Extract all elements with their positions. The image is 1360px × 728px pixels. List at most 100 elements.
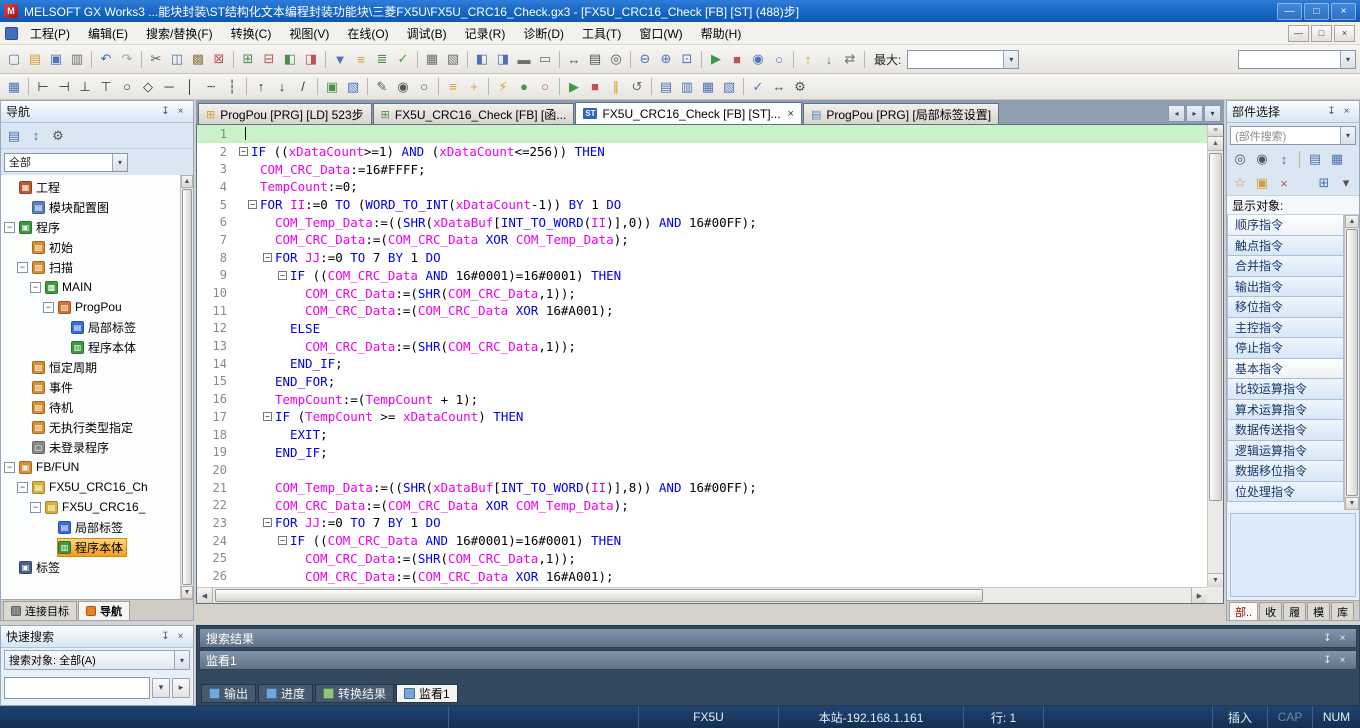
fb-paste-icon[interactable]: ▣: [322, 77, 342, 97]
stop-icon[interactable]: ■: [585, 77, 605, 97]
delete-vertical-line-icon[interactable]: ┆: [222, 77, 242, 97]
tree-item[interactable]: −▧扫描: [1, 257, 180, 277]
run-icon[interactable]: ▶: [564, 77, 584, 97]
code-line[interactable]: 6COM_Temp_Data:=((SHR(xDataBuf[INT_TO_WO…: [197, 213, 1207, 231]
menu-item[interactable]: 工具(T): [573, 21, 630, 46]
delete-horizontal-line-icon[interactable]: ┄: [201, 77, 221, 97]
fold-toggle[interactable]: −: [263, 253, 272, 262]
code-line[interactable]: 19END_IF;: [197, 443, 1207, 461]
scroll-down-arrow[interactable]: ▼: [1345, 497, 1359, 510]
scroll-up-arrow[interactable]: ▲: [181, 175, 193, 188]
cut-icon[interactable]: ✂: [146, 49, 166, 69]
horizontal-scroll-thumb[interactable]: [215, 589, 983, 602]
left-splitter[interactable]: [194, 100, 196, 621]
redo-icon[interactable]: ↷: [117, 49, 137, 69]
st-code-editor[interactable]: 12−IF ((xDataCount>=1) AND (xDataCount<=…: [196, 124, 1224, 604]
tree-item[interactable]: ▥程序本体: [1, 537, 180, 557]
restore-button[interactable]: □: [1304, 3, 1329, 20]
code-line[interactable]: 14END_IF;: [197, 355, 1207, 373]
delete-column-icon[interactable]: ◨: [301, 49, 321, 69]
online-change-icon[interactable]: +: [464, 77, 484, 97]
forced-on-icon[interactable]: ●: [514, 77, 534, 97]
pin-icon[interactable]: ↧: [1320, 631, 1335, 646]
part-find-icon[interactable]: ◎: [1230, 149, 1250, 169]
pin-icon[interactable]: ↧: [158, 629, 173, 644]
all-convert-icon[interactable]: ≡: [443, 77, 463, 97]
scroll-up-arrow[interactable]: ▲: [1208, 137, 1223, 151]
code-line[interactable]: 18EXIT;: [197, 426, 1207, 444]
close-icon[interactable]: ×: [1335, 653, 1350, 668]
code-line[interactable]: 22COM_CRC_Data:=(COM_CRC_Data XOR COM_Te…: [197, 496, 1207, 514]
watch2-window-icon[interactable]: ▥: [677, 77, 697, 97]
watch-window-icon[interactable]: ▭: [535, 49, 555, 69]
save-project-icon[interactable]: ▣: [46, 49, 66, 69]
open-branch-icon[interactable]: ⊥: [75, 77, 95, 97]
split-view-handle[interactable]: ≡: [1208, 125, 1223, 137]
element-selection-window-icon[interactable]: ◨: [493, 49, 513, 69]
scroll-right-arrow[interactable]: ▶: [1191, 588, 1207, 603]
code-line[interactable]: 15END_FOR;: [197, 373, 1207, 391]
fold-toggle[interactable]: −: [248, 200, 257, 209]
monitor-stop-icon[interactable]: ■: [727, 49, 747, 69]
zoom-fit-icon[interactable]: ⊡: [677, 49, 697, 69]
code-line[interactable]: 24−IF ((COM_CRC_Data AND 16#0001)=16#000…: [197, 532, 1207, 550]
nav-tree-scrollbar[interactable]: ▲ ▼: [180, 175, 193, 599]
tree-item[interactable]: ▧待机: [1, 397, 180, 417]
copy-icon[interactable]: ◫: [167, 49, 187, 69]
code-line[interactable]: 17−IF (TempCount >= xDataCount) THEN: [197, 408, 1207, 426]
convert-icon[interactable]: ▼: [330, 49, 350, 69]
menu-item[interactable]: 编辑(E): [79, 21, 137, 46]
instruction-category[interactable]: 算术运算指令: [1227, 399, 1344, 421]
menu-item[interactable]: 在线(O): [338, 21, 397, 46]
fold-toggle[interactable]: −: [278, 536, 287, 545]
tab-progpou-ld[interactable]: ⊞ProgPou [PRG] [LD] 523步: [198, 103, 372, 124]
tab-favorites[interactable]: 收: [1259, 602, 1282, 620]
horizontal-line-icon[interactable]: ─: [159, 77, 179, 97]
fold-toggle[interactable]: −: [263, 518, 272, 527]
close-branch-icon[interactable]: ⊤: [96, 77, 116, 97]
tree-item[interactable]: −▩MAIN: [1, 277, 180, 297]
rebuild-all-icon[interactable]: ≣: [372, 49, 392, 69]
code-line[interactable]: 2−IF ((xDataCount>=1) AND (xDataCount<=2…: [197, 143, 1207, 161]
code-line[interactable]: 20: [197, 461, 1207, 479]
display-size-combo[interactable]: ▾: [907, 50, 1019, 69]
tab-connection-target[interactable]: 连接目标: [3, 601, 77, 620]
mdi-close-button[interactable]: ×: [1334, 25, 1355, 42]
watch1-window-icon[interactable]: ▤: [656, 77, 676, 97]
horizontal-scrollbar[interactable]: ◀ ▶: [197, 587, 1207, 603]
code-line[interactable]: 4TempCount:=0;: [197, 178, 1207, 196]
menu-item[interactable]: 调试(B): [398, 21, 456, 46]
tree-item[interactable]: ▣标签: [1, 557, 180, 577]
nav-sort-icon[interactable]: ↕: [26, 126, 46, 146]
code-line[interactable]: 23−FOR JJ:=0 TO 7 BY 1 DO: [197, 514, 1207, 532]
monitor-start-icon[interactable]: ▶: [706, 49, 726, 69]
tab-library[interactable]: 库: [1331, 602, 1354, 620]
close-icon[interactable]: ×: [1339, 104, 1354, 119]
monitor-mode-icon[interactable]: ◉: [393, 77, 413, 97]
menu-item[interactable]: 工程(P): [21, 21, 79, 46]
instruction-category[interactable]: 触点指令: [1227, 235, 1344, 257]
tab-convert-result[interactable]: 转换结果: [315, 684, 394, 703]
close-contact-icon[interactable]: ⊣: [54, 77, 74, 97]
tree-item[interactable]: ▧事件: [1, 377, 180, 397]
tree-expand-toggle[interactable]: −: [17, 262, 28, 273]
close-icon[interactable]: ×: [173, 629, 188, 644]
tab-progpou-local-label[interactable]: ▤ProgPou [PRG] [局部标签设置]: [803, 103, 999, 124]
code-line[interactable]: 26COM_CRC_Data:=(COM_CRC_Data XOR 16#A00…: [197, 567, 1207, 585]
fold-toggle[interactable]: −: [278, 271, 287, 280]
monitor-read-icon[interactable]: ○: [769, 49, 789, 69]
instruction-category[interactable]: 基本指令: [1227, 358, 1344, 380]
tree-expand-toggle[interactable]: −: [43, 302, 54, 313]
delete-row-icon[interactable]: ⊟: [259, 49, 279, 69]
quick-search-input[interactable]: [4, 677, 150, 699]
scroll-down-arrow[interactable]: ▼: [1208, 573, 1223, 587]
device-list-icon[interactable]: ▤: [585, 49, 605, 69]
insert-row-icon[interactable]: ⊞: [238, 49, 258, 69]
tab-close-icon[interactable]: ×: [788, 108, 794, 120]
tab-navigation[interactable]: 导航: [78, 601, 130, 620]
tree-item[interactable]: −▣程序: [1, 217, 180, 237]
find-replace-icon[interactable]: ◎: [606, 49, 626, 69]
options-gear-icon[interactable]: ⚙: [790, 77, 810, 97]
tab-module[interactable]: 模: [1307, 602, 1330, 620]
instruction-category[interactable]: 顺序指令: [1227, 215, 1344, 236]
